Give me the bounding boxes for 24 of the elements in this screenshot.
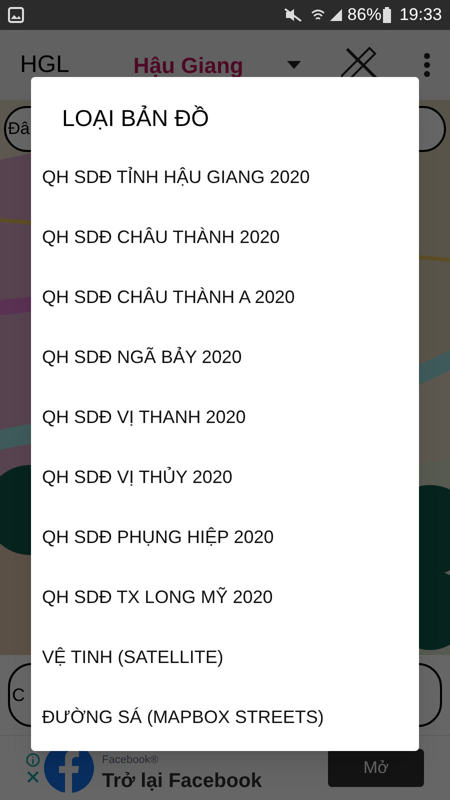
battery-percent: 86% (347, 4, 382, 26)
signal-icon (329, 8, 344, 22)
mute-icon (283, 8, 304, 22)
map-type-option[interactable]: QH SDĐ NGÃ BẢY 2020 (31, 328, 419, 388)
ad-headline: Trở lại Facebook (102, 768, 262, 794)
map-type-option[interactable]: QH SDĐ CHÂU THÀNH A 2020 (31, 268, 419, 328)
caret-icon[interactable] (287, 61, 302, 69)
map-type-option[interactable]: VỆ TINH (SATELLITE) (31, 628, 419, 688)
map-type-option[interactable]: QH SDĐ PHỤNG HIỆP 2020 (31, 508, 419, 568)
wifi-icon (311, 8, 326, 22)
close-icon[interactable] (27, 771, 39, 783)
map-type-option[interactable]: QH SDĐ TX LONG MỸ 2020 (31, 568, 419, 628)
advertiser-name: Facebook® (102, 754, 160, 766)
dialog-title: LOẠI BẢN ĐỒ (62, 104, 209, 133)
map-type-option[interactable]: QH SDĐ TỈNH HẬU GIANG 2020 (31, 148, 419, 208)
more-icon[interactable] (424, 53, 430, 77)
app-title: HGL (20, 50, 70, 80)
clock: 19:33 (399, 4, 442, 26)
image-icon (8, 7, 24, 23)
info-icon[interactable] (26, 753, 40, 767)
map-type-option[interactable]: QH SDĐ CHÂU THÀNH 2020 (31, 208, 419, 268)
battery-icon (383, 7, 392, 23)
map-type-option[interactable]: QH SDĐ VỊ THỦY 2020 (31, 448, 419, 508)
map-type-option[interactable]: QH SDĐ VỊ THANH 2020 (31, 388, 419, 448)
